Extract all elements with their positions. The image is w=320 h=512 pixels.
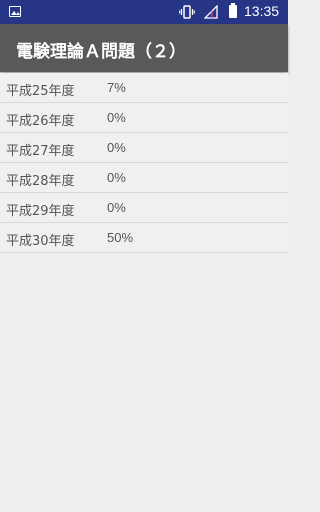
- image-notification-icon: [9, 6, 21, 17]
- year-list: 平成25年度 7% 平成26年度 0% 平成27年度 0% 平成28年度 0% …: [0, 73, 288, 253]
- signal-icon: [204, 5, 218, 19]
- clock: 13:35: [244, 3, 280, 19]
- list-item[interactable]: 平成25年度 7%: [0, 73, 288, 103]
- app-bar: 電験理論Ａ問題（２）: [0, 24, 288, 72]
- percent-value: 0%: [107, 140, 126, 155]
- year-label: 平成25年度: [6, 84, 75, 99]
- percent-value: 50%: [107, 230, 134, 245]
- page-title: 電験理論Ａ問題（２）: [16, 42, 186, 62]
- percent-value: 0%: [107, 200, 126, 215]
- list-item[interactable]: 平成29年度 0%: [0, 193, 288, 223]
- year-label: 平成30年度: [6, 234, 75, 249]
- status-bar: 13:35: [0, 0, 288, 24]
- list-item[interactable]: 平成30年度 50%: [0, 223, 288, 253]
- list-item[interactable]: 平成27年度 0%: [0, 133, 288, 163]
- percent-value: 0%: [107, 170, 126, 185]
- percent-value: 7%: [107, 80, 126, 95]
- percent-value: 0%: [107, 110, 126, 125]
- battery-icon: [229, 3, 237, 18]
- list-item[interactable]: 平成28年度 0%: [0, 163, 288, 193]
- year-label: 平成27年度: [6, 144, 75, 159]
- year-label: 平成29年度: [6, 204, 75, 219]
- list-item[interactable]: 平成26年度 0%: [0, 103, 288, 133]
- vibrate-icon: [179, 5, 195, 19]
- year-label: 平成26年度: [6, 114, 75, 129]
- year-label: 平成28年度: [6, 174, 75, 189]
